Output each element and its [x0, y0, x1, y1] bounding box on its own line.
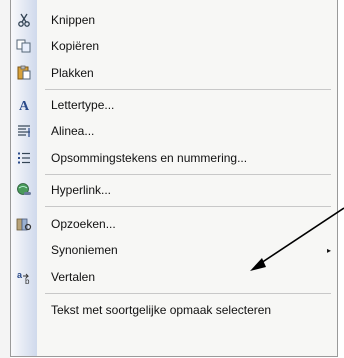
pointer-arrow-icon: [250, 207, 344, 271]
